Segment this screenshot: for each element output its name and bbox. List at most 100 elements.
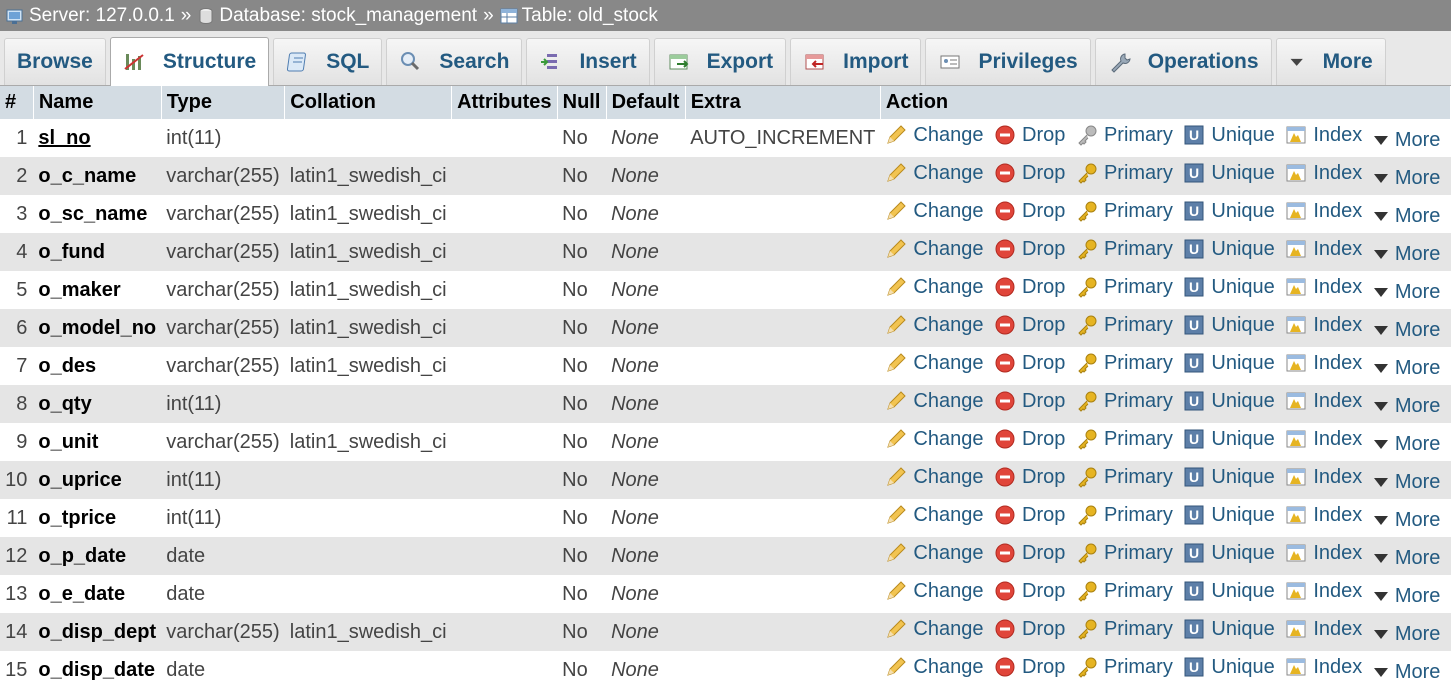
index-action[interactable]: Index	[1285, 428, 1362, 451]
unique-action[interactable]: U Unique	[1183, 352, 1275, 375]
drop-action[interactable]: Drop	[994, 200, 1065, 223]
index-action[interactable]: Index	[1285, 656, 1362, 679]
drop-action[interactable]: Drop	[994, 238, 1065, 261]
index-action[interactable]: Index	[1285, 162, 1362, 185]
tab-insert[interactable]: Insert	[526, 38, 650, 85]
primary-action[interactable]: Primary	[1076, 390, 1173, 413]
drop-action[interactable]: Drop	[994, 276, 1065, 299]
col-header-null[interactable]: Null	[557, 86, 607, 119]
breadcrumb-table[interactable]: Table: old_stock	[499, 5, 658, 27]
tab-import[interactable]: Import	[790, 38, 922, 85]
more-action[interactable]: More	[1373, 547, 1440, 570]
col-header-name[interactable]: Name	[33, 86, 162, 119]
drop-action[interactable]: Drop	[994, 504, 1065, 527]
primary-action[interactable]: Primary	[1076, 200, 1173, 223]
change-action[interactable]: Change	[885, 428, 983, 451]
index-action[interactable]: Index	[1285, 390, 1362, 413]
tab-export[interactable]: Export	[653, 38, 787, 85]
drop-action[interactable]: Drop	[994, 542, 1065, 565]
index-action[interactable]: Index	[1285, 618, 1362, 641]
index-action[interactable]: Index	[1285, 276, 1362, 299]
primary-action[interactable]: Primary	[1076, 352, 1173, 375]
unique-action[interactable]: U Unique	[1183, 428, 1275, 451]
change-action[interactable]: Change	[885, 124, 983, 147]
primary-action[interactable]: Primary	[1076, 542, 1173, 565]
tab-more[interactable]: More	[1275, 38, 1386, 85]
primary-action[interactable]: Primary	[1076, 428, 1173, 451]
drop-action[interactable]: Drop	[994, 580, 1065, 603]
more-action[interactable]: More	[1373, 395, 1440, 418]
more-action[interactable]: More	[1373, 167, 1440, 190]
unique-action[interactable]: U Unique	[1183, 656, 1275, 679]
more-action[interactable]: More	[1373, 129, 1440, 152]
more-action[interactable]: More	[1373, 281, 1440, 304]
tab-privileges[interactable]: Privileges	[925, 38, 1091, 85]
change-action[interactable]: Change	[885, 238, 983, 261]
change-action[interactable]: Change	[885, 580, 983, 603]
index-action[interactable]: Index	[1285, 542, 1362, 565]
breadcrumb-server[interactable]: Server: 127.0.0.1	[6, 5, 175, 27]
unique-action[interactable]: U Unique	[1183, 618, 1275, 641]
more-action[interactable]: More	[1373, 433, 1440, 456]
primary-action[interactable]: Primary	[1076, 504, 1173, 527]
tab-operations[interactable]: Operations	[1094, 38, 1272, 85]
index-action[interactable]: Index	[1285, 200, 1362, 223]
col-header-attributes[interactable]: Attributes	[451, 86, 558, 119]
index-action[interactable]: Index	[1285, 466, 1362, 489]
drop-action[interactable]: Drop	[994, 618, 1065, 641]
primary-action[interactable]: Primary	[1076, 314, 1173, 337]
unique-action[interactable]: U Unique	[1183, 542, 1275, 565]
primary-action[interactable]: Primary	[1076, 124, 1173, 147]
more-action[interactable]: More	[1373, 243, 1440, 266]
change-action[interactable]: Change	[885, 276, 983, 299]
tab-search[interactable]: Search	[386, 38, 523, 85]
more-action[interactable]: More	[1373, 661, 1440, 684]
primary-action[interactable]: Primary	[1076, 580, 1173, 603]
more-action[interactable]: More	[1373, 319, 1440, 342]
col-header-num[interactable]: #	[0, 86, 34, 119]
index-action[interactable]: Index	[1285, 352, 1362, 375]
unique-action[interactable]: U Unique	[1183, 580, 1275, 603]
primary-action[interactable]: Primary	[1076, 618, 1173, 641]
more-action[interactable]: More	[1373, 509, 1440, 532]
drop-action[interactable]: Drop	[994, 390, 1065, 413]
unique-action[interactable]: U Unique	[1183, 466, 1275, 489]
index-action[interactable]: Index	[1285, 238, 1362, 261]
change-action[interactable]: Change	[885, 352, 983, 375]
unique-action[interactable]: U Unique	[1183, 276, 1275, 299]
drop-action[interactable]: Drop	[994, 314, 1065, 337]
tab-browse[interactable]: Browse	[4, 38, 106, 85]
drop-action[interactable]: Drop	[994, 124, 1065, 147]
primary-action[interactable]: Primary	[1076, 238, 1173, 261]
tab-structure[interactable]: Structure	[109, 37, 270, 86]
unique-action[interactable]: U Unique	[1183, 238, 1275, 261]
change-action[interactable]: Change	[885, 200, 983, 223]
unique-action[interactable]: U Unique	[1183, 390, 1275, 413]
index-action[interactable]: Index	[1285, 124, 1362, 147]
drop-action[interactable]: Drop	[994, 428, 1065, 451]
change-action[interactable]: Change	[885, 390, 983, 413]
more-action[interactable]: More	[1373, 623, 1440, 646]
change-action[interactable]: Change	[885, 504, 983, 527]
primary-action[interactable]: Primary	[1076, 162, 1173, 185]
tab-sql[interactable]: SQL	[273, 38, 383, 85]
drop-action[interactable]: Drop	[994, 352, 1065, 375]
change-action[interactable]: Change	[885, 162, 983, 185]
drop-action[interactable]: Drop	[994, 466, 1065, 489]
breadcrumb-database[interactable]: Database: stock_management	[196, 5, 477, 27]
index-action[interactable]: Index	[1285, 314, 1362, 337]
unique-action[interactable]: U Unique	[1183, 200, 1275, 223]
primary-action[interactable]: Primary	[1076, 276, 1173, 299]
unique-action[interactable]: U Unique	[1183, 162, 1275, 185]
unique-action[interactable]: U Unique	[1183, 124, 1275, 147]
col-header-default[interactable]: Default	[606, 86, 686, 119]
col-header-extra[interactable]: Extra	[685, 86, 881, 119]
primary-action[interactable]: Primary	[1076, 656, 1173, 679]
more-action[interactable]: More	[1373, 205, 1440, 228]
change-action[interactable]: Change	[885, 314, 983, 337]
drop-action[interactable]: Drop	[994, 162, 1065, 185]
change-action[interactable]: Change	[885, 618, 983, 641]
index-action[interactable]: Index	[1285, 504, 1362, 527]
unique-action[interactable]: U Unique	[1183, 314, 1275, 337]
more-action[interactable]: More	[1373, 471, 1440, 494]
